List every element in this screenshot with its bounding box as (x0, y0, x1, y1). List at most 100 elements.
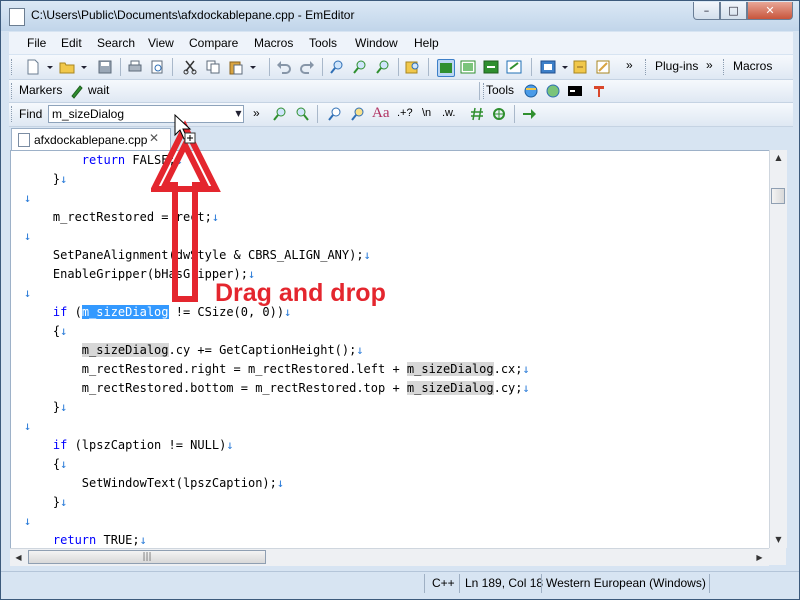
menu-search[interactable]: Search (97, 36, 135, 50)
horizontal-scrollbar[interactable]: ◀ ||| ▶ (10, 548, 769, 566)
menu-file[interactable]: File (27, 36, 46, 50)
menu-view[interactable]: View (148, 36, 174, 50)
cut-icon[interactable] (182, 59, 198, 75)
find-next-icon[interactable] (352, 59, 368, 75)
paste-icon[interactable] (228, 59, 244, 75)
close-button[interactable]: ✕ (747, 2, 793, 20)
find-overflow-chevron[interactable]: » (253, 106, 260, 120)
open-folder-icon[interactable] (59, 59, 75, 75)
code-line[interactable]: m_rectRestored.bottom = m_rectRestored.t… (24, 379, 530, 398)
command-prompt-icon[interactable] (567, 83, 583, 99)
scroll-left-icon[interactable]: ◀ (10, 549, 27, 566)
text-editor[interactable]: return FALSE;↓ }↓ ↓ m_rectRestored = rect… (10, 150, 770, 550)
tab-afxdockablepane[interactable]: afxdockablepane.cpp ✕ (11, 128, 171, 150)
redo-icon[interactable] (299, 59, 315, 75)
toolbar-grip[interactable] (645, 59, 649, 75)
numeric-range-icon[interactable] (469, 106, 485, 122)
status-encoding[interactable]: Western European (Windows) (546, 576, 706, 590)
menu-edit[interactable]: Edit (61, 36, 82, 50)
code-line[interactable]: m_sizeDialog.cy += GetCaptionHeight();↓ (24, 341, 364, 360)
macros-toolbar-label[interactable]: Macros (733, 59, 772, 73)
document-app-icon[interactable] (9, 8, 25, 26)
code-line[interactable]: }↓ (24, 398, 67, 417)
toolbar-grip[interactable] (11, 106, 15, 122)
code-line[interactable]: }↓ (24, 493, 67, 512)
find-next-green-icon[interactable] (272, 106, 288, 122)
code-token: m_rectRestored.bottom = m_rectRestored.t… (81, 381, 407, 395)
code-line[interactable]: }↓ (24, 170, 67, 189)
plugin-icon[interactable] (595, 59, 611, 75)
code-line[interactable]: {↓ (24, 322, 67, 341)
code-line[interactable]: {↓ (24, 455, 67, 474)
title-bar[interactable]: C:\Users\Public\Documents\afxdockablepan… (1, 1, 799, 31)
code-line[interactable]: ↓ (24, 512, 31, 531)
explorer-icon[interactable] (545, 83, 561, 99)
full-screen-icon[interactable] (506, 59, 522, 75)
code-line[interactable]: ↓ (24, 284, 31, 303)
sync-scroll-icon[interactable] (483, 59, 499, 75)
regex-hash-icon[interactable] (491, 106, 507, 122)
toolbar-grip[interactable] (723, 59, 727, 75)
scroll-down-icon[interactable]: ▼ (770, 535, 787, 544)
print-preview-icon[interactable] (149, 59, 165, 75)
customize-icon[interactable] (540, 59, 556, 75)
customize-dropdown-icon[interactable] (557, 59, 568, 75)
status-divider (709, 574, 710, 593)
menu-compare[interactable]: Compare (189, 36, 238, 50)
toolbar-overflow-chevron[interactable]: » (626, 58, 633, 72)
new-file-icon[interactable] (25, 59, 41, 75)
external-tool-icon[interactable] (591, 83, 607, 99)
status-position[interactable]: Ln 189, Col 18 (465, 576, 543, 590)
internet-explorer-icon[interactable] (523, 83, 539, 99)
escape-sequence-button[interactable]: \n (422, 107, 431, 119)
marker-pen-icon[interactable] (69, 83, 85, 99)
go-arrow-icon[interactable] (521, 106, 537, 122)
horizontal-scroll-thumb[interactable]: ||| (28, 550, 266, 564)
save-icon[interactable] (97, 59, 113, 75)
code-token: if (52, 305, 68, 319)
batch-find-icon[interactable] (350, 106, 366, 122)
marker-item-wait[interactable]: wait (88, 83, 109, 97)
window-title: C:\Users\Public\Documents\afxdockablepan… (31, 8, 355, 22)
vertical-scrollbar[interactable]: ▲ ▼ (769, 150, 787, 548)
split-view-icon[interactable] (460, 59, 476, 75)
code-line[interactable]: SetWindowText(lpszCaption);↓ (24, 474, 284, 493)
menu-help[interactable]: Help (414, 36, 439, 50)
regex-button[interactable]: .+? (397, 107, 413, 119)
highlight-search-icon[interactable] (327, 106, 343, 122)
code-line[interactable]: ↓ (24, 227, 31, 246)
scroll-up-icon[interactable]: ▲ (770, 153, 787, 162)
open-dropdown-icon[interactable] (76, 59, 87, 75)
toolbar-grip[interactable] (11, 59, 15, 75)
code-line[interactable]: ↓ (24, 417, 31, 436)
undo-icon[interactable] (276, 59, 292, 75)
menu-window[interactable]: Window (355, 36, 398, 50)
menu-tools[interactable]: Tools (309, 36, 337, 50)
find-icon[interactable] (329, 59, 345, 75)
maximize-button[interactable]: □ (720, 2, 747, 20)
word-wrap-icon[interactable] (437, 59, 455, 77)
vertical-scroll-thumb[interactable] (771, 188, 785, 204)
match-case-button[interactable]: Aa (372, 105, 390, 122)
markers-label: Markers (19, 83, 63, 97)
print-icon[interactable] (127, 59, 143, 75)
plugins-toolbar-label[interactable]: Plug-ins (655, 59, 698, 73)
whole-word-button[interactable]: .w. (442, 107, 455, 119)
minimize-button[interactable]: – (693, 2, 720, 20)
plugins-overflow-chevron[interactable]: » (706, 58, 713, 72)
code-line[interactable]: m_rectRestored.right = m_rectRestored.le… (24, 360, 530, 379)
copy-icon[interactable] (205, 59, 221, 75)
find-in-files-icon[interactable] (405, 59, 421, 75)
status-language[interactable]: C++ (432, 576, 455, 590)
paste-dropdown-icon[interactable] (245, 59, 256, 75)
find-previous-icon[interactable] (375, 59, 391, 75)
find-previous-green-icon[interactable] (294, 106, 310, 122)
code-line[interactable]: ↓ (24, 189, 31, 208)
menu-macros[interactable]: Macros (254, 36, 293, 50)
code-line[interactable]: if (lpszCaption != NULL)↓ (24, 436, 234, 455)
toolbar-grip[interactable] (11, 83, 15, 99)
status-divider (459, 574, 460, 593)
new-dropdown-icon[interactable] (42, 59, 53, 75)
properties-icon[interactable] (572, 59, 588, 75)
scroll-right-icon[interactable]: ▶ (751, 549, 768, 566)
